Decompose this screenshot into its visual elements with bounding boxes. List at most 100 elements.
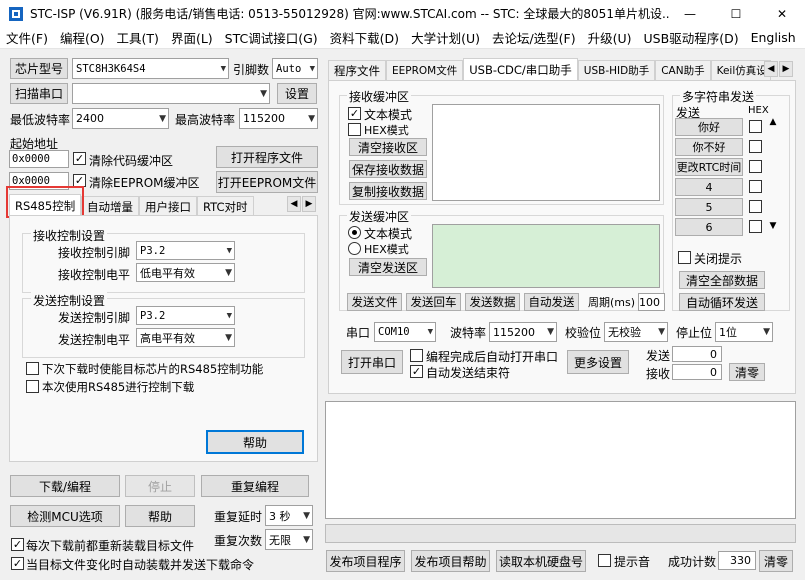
recv-text-mode-checkbox[interactable]: ✓ [348, 107, 361, 120]
tab-user-interface[interactable]: 用户接口 [139, 196, 197, 216]
settings-button[interactable]: 设置 [277, 83, 317, 104]
send-pin-select[interactable]: P3.2 ▼ [136, 306, 235, 325]
menu-item-0[interactable]: 文件(F) [0, 28, 54, 47]
clear-recv-button[interactable]: 清空接收区 [349, 138, 427, 156]
send-text-mode-radio[interactable] [348, 226, 361, 239]
scroll-down-icon[interactable]: ▼ [766, 220, 780, 232]
auto-open-port-checkbox[interactable] [410, 349, 423, 362]
save-recv-button[interactable]: 保存接收数据 [349, 160, 427, 178]
multi-hex-checkbox-4[interactable] [749, 180, 762, 193]
period-input[interactable]: 100 [638, 293, 665, 311]
multi-hex-checkbox-5[interactable] [749, 200, 762, 213]
chip-model-select[interactable]: STC8H3K64S4 ▼ [72, 58, 229, 79]
multi-send-button-1[interactable]: 你好 [675, 118, 743, 136]
more-settings-button[interactable]: 更多设置 [567, 350, 629, 374]
serial-port-select[interactable]: COM10 ▼ [374, 322, 436, 342]
reprogram-button[interactable]: 重复编程 [201, 475, 309, 497]
multi-send-button-5[interactable]: 5 [675, 198, 743, 216]
chip-model-label-button[interactable]: 芯片型号 [10, 58, 68, 79]
auto-load-checkbox[interactable]: ✓ [11, 557, 24, 570]
multi-hex-checkbox-3[interactable] [749, 160, 762, 173]
multi-hex-checkbox-6[interactable] [749, 220, 762, 233]
recv-hex-mode-checkbox[interactable] [348, 123, 361, 136]
stop-button[interactable]: 停止 [125, 475, 195, 497]
multi-hex-checkbox-1[interactable] [749, 120, 762, 133]
menu-item-4[interactable]: STC调试接口(G) [219, 28, 324, 47]
help-button[interactable]: 帮助 [125, 505, 195, 527]
pin-count-select[interactable]: Auto ▼ [272, 58, 318, 79]
menu-item-9[interactable]: USB驱动程序(D) [638, 28, 745, 47]
download-program-button[interactable]: 下载/编程 [10, 475, 120, 497]
tab-can[interactable]: CAN助手 [655, 60, 711, 80]
repeat-delay-select[interactable]: 3 秒 ▼ [265, 505, 313, 526]
tab-usb-cdc[interactable]: USB-CDC/串口助手 [463, 58, 578, 80]
auto-loop-send-button[interactable]: 自动循环发送 [679, 293, 765, 311]
publish-program-button[interactable]: 发布项目程序 [326, 550, 405, 572]
tab-eeprom-file[interactable]: EEPROM文件 [386, 60, 464, 80]
recv-textarea[interactable] [432, 104, 660, 201]
send-data-button[interactable]: 发送数据 [465, 293, 520, 311]
multi-send-button-4[interactable]: 4 [675, 178, 743, 196]
menu-item-2[interactable]: 工具(T) [111, 28, 165, 47]
tab-scroll-right-icon[interactable]: ▶ [779, 61, 793, 77]
clear-all-data-button[interactable]: 清空全部数据 [679, 271, 765, 289]
check-mcu-button[interactable]: 检测MCU选项 [10, 505, 120, 527]
minimize-button[interactable]: — [667, 0, 713, 27]
menu-item-10[interactable]: English [745, 30, 802, 45]
menu-item-5[interactable]: 资料下载(D) [324, 28, 405, 47]
recv-level-select[interactable]: 低电平有效 ▼ [136, 263, 235, 282]
send-enter-button[interactable]: 发送回车 [406, 293, 461, 311]
publish-help-button[interactable]: 发布项目帮助 [411, 550, 490, 572]
close-tip-checkbox[interactable] [678, 251, 691, 264]
multi-send-button-6[interactable]: 6 [675, 218, 743, 236]
use-rs485-now-checkbox[interactable] [26, 380, 39, 393]
tab-auto-increment[interactable]: 自动增量 [81, 196, 139, 216]
output-log[interactable] [325, 401, 796, 519]
rs485-help-button[interactable]: 帮助 [206, 430, 304, 454]
auto-send-button[interactable]: 自动发送 [524, 293, 579, 311]
recv-pin-select[interactable]: P3.2 ▼ [136, 241, 235, 260]
tab-scroll-right-icon[interactable]: ▶ [302, 196, 316, 212]
multi-send-button-3[interactable]: 更改RTC时间 [675, 158, 743, 176]
clear-count-button[interactable]: 清零 [729, 363, 765, 381]
beep-checkbox[interactable] [598, 554, 611, 567]
parity-select[interactable]: 无校验 ▼ [604, 322, 668, 342]
send-hex-mode-radio[interactable] [348, 242, 361, 255]
scan-port-button[interactable]: 扫描串口 [10, 83, 68, 104]
open-eeprom-button[interactable]: 打开EEPROM文件 [216, 171, 318, 193]
menu-item-7[interactable]: 去论坛/选型(F) [486, 28, 582, 47]
tab-scroll-left-icon[interactable]: ◀ [764, 61, 778, 77]
auto-send-end-checkbox[interactable]: ✓ [410, 365, 423, 378]
enable-rs485-next-checkbox[interactable] [26, 362, 39, 375]
tab-scroll-left-icon[interactable]: ◀ [287, 196, 301, 212]
menu-item-6[interactable]: 大学计划(U) [405, 28, 486, 47]
send-level-select[interactable]: 高电平有效 ▼ [136, 328, 235, 347]
menu-item-8[interactable]: 升级(U) [582, 28, 638, 47]
scroll-up-icon[interactable]: ▲ [766, 116, 780, 128]
baud-select[interactable]: 115200 ▼ [489, 322, 557, 342]
reload-before-download-checkbox[interactable]: ✓ [11, 538, 24, 551]
multi-send-button-2[interactable]: 你不好 [675, 138, 743, 156]
min-baud-select[interactable]: 2400 ▼ [72, 108, 169, 129]
send-file-button[interactable]: 发送文件 [347, 293, 402, 311]
close-button[interactable]: ✕ [759, 0, 805, 27]
open-port-button[interactable]: 打开串口 [341, 350, 403, 374]
menu-item-3[interactable]: 界面(L) [165, 28, 219, 47]
multi-hex-checkbox-2[interactable] [749, 140, 762, 153]
tab-usb-hid[interactable]: USB-HID助手 [577, 60, 656, 80]
stopbit-select[interactable]: 1位 ▼ [715, 322, 773, 342]
tab-rtc-sync[interactable]: RTC对时 [197, 196, 254, 216]
repeat-count-select[interactable]: 无限 ▼ [265, 529, 313, 550]
copy-recv-button[interactable]: 复制接收数据 [349, 182, 427, 200]
read-disk-id-button[interactable]: 读取本机硬盘号 [496, 550, 586, 572]
clear-code-checkbox[interactable]: ✓ [73, 152, 86, 165]
open-program-button[interactable]: 打开程序文件 [216, 146, 318, 168]
tab-keil-sim[interactable]: Keil仿真设 [710, 60, 771, 80]
send-textarea[interactable] [432, 224, 660, 288]
clear-success-button[interactable]: 清零 [759, 550, 793, 572]
maximize-button[interactable]: ☐ [713, 0, 759, 27]
max-baud-select[interactable]: 115200 ▼ [239, 108, 318, 129]
clear-send-button[interactable]: 清空发送区 [349, 258, 427, 276]
menu-item-1[interactable]: 编程(O) [54, 28, 111, 47]
port-select[interactable]: ▼ [72, 83, 270, 104]
